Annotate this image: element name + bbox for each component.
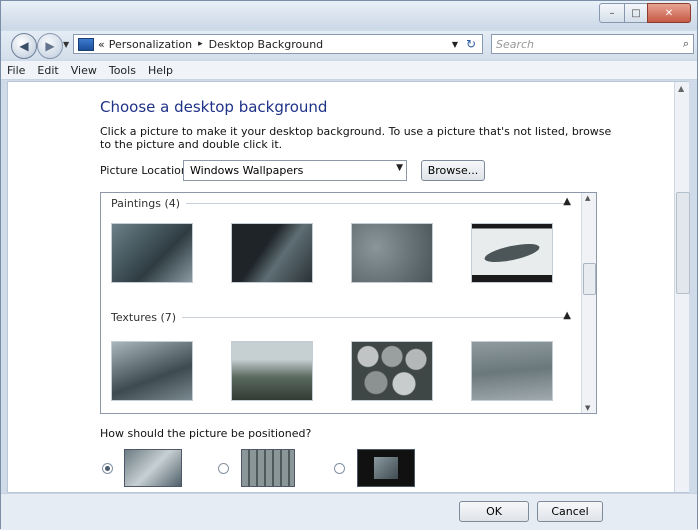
fish-shape [483,240,541,266]
wallpaper-thumbnail[interactable] [351,223,433,283]
ok-button[interactable]: OK [459,501,529,522]
gallery-scroll-up-icon[interactable]: ▲ [585,194,590,202]
wallpaper-thumbnail[interactable] [351,341,433,401]
wallpaper-thumbnail[interactable] [471,223,553,283]
content-pane: ▲ Choose a desktop background Click a pi… [7,81,690,493]
title-bar: – □ ✕ [1,1,697,29]
group-label: Paintings (4) [111,197,181,210]
picture-gallery[interactable]: ▲ ▼ Paintings (4) ▲ Textures (7) ▲ [100,192,597,414]
chevron-down-icon: ▼ [396,163,403,173]
picture-location-value: Windows Wallpapers [190,164,304,177]
back-button[interactable]: ◀ [11,33,37,59]
search-input[interactable]: Search ⌕ [491,34,694,54]
forward-button[interactable]: ▶ [37,33,63,59]
position-center-preview[interactable] [357,449,415,487]
back-arrow-icon: ◀ [19,39,29,53]
window: – □ ✕ ◀ ▶ ▼ « Personalization ▸ Desktop … [0,0,698,530]
wallpaper-thumbnail[interactable] [471,341,553,401]
caption-buttons: – □ ✕ [599,3,691,23]
gallery-scroll-down-icon[interactable]: ▼ [585,404,590,412]
forward-arrow-icon: ▶ [45,39,55,53]
breadcrumb-separator: ▸ [198,39,203,49]
position-radio-fill[interactable] [102,463,113,474]
close-button[interactable]: ✕ [647,3,691,23]
group-divider [186,203,571,204]
wallpaper-thumbnail[interactable] [231,341,313,401]
menu-view[interactable]: View [65,64,103,77]
wallpaper-thumbnail[interactable] [111,223,193,283]
position-radio-center[interactable] [334,463,345,474]
address-dropdown-icon[interactable]: ▼ [452,40,458,49]
group-label: Textures (7) [111,311,177,324]
address-bar[interactable]: « Personalization ▸ Desktop Background ▼… [73,34,483,54]
position-radio-tile[interactable] [218,463,229,474]
refresh-icon[interactable]: ↻ [466,37,476,51]
group-divider [182,317,571,318]
search-placeholder: Search [496,37,535,51]
menu-tools[interactable]: Tools [103,64,142,77]
collapse-icon[interactable]: ▲ [563,196,571,207]
menu-bar: File Edit View Tools Help [1,61,697,80]
address-chevrons: « [98,37,105,51]
address-row: ◀ ▶ ▼ « Personalization ▸ Desktop Backgr… [1,31,697,59]
wallpaper-thumbnail[interactable] [231,223,313,283]
picture-location-select[interactable]: Windows Wallpapers ▼ [183,160,407,181]
dialog-footer: OK Cancel [1,493,697,530]
menu-edit[interactable]: Edit [31,64,64,77]
picture-location-label: Picture Location [100,164,188,177]
collapse-icon[interactable]: ▲ [563,310,571,321]
menu-file[interactable]: File [1,64,31,77]
breadcrumb-personalization[interactable]: Personalization [109,38,192,51]
control-panel-icon [78,37,94,51]
centered-picture [374,457,398,479]
page-description: Click a picture to make it your desktop … [100,125,612,151]
scroll-up-icon[interactable]: ▲ [678,84,684,93]
menu-help[interactable]: Help [142,64,179,77]
breadcrumb-desktop-background[interactable]: Desktop Background [209,38,324,51]
wallpaper-thumbnail[interactable] [111,341,193,401]
browse-button[interactable]: Browse... [421,160,485,181]
position-tile-preview[interactable] [241,449,295,487]
group-header-textures[interactable]: Textures (7) ▲ [111,310,571,324]
cancel-button[interactable]: Cancel [537,501,603,522]
page-title: Choose a desktop background [100,98,328,116]
page-scrollbar[interactable]: ▲ [674,82,690,492]
gallery-scrollbar-thumb[interactable] [583,263,596,295]
minimize-button[interactable]: – [599,3,625,23]
page-scrollbar-thumb[interactable] [676,192,690,294]
recent-pages-dropdown-icon[interactable]: ▼ [63,40,69,49]
picture-position-label: How should the picture be positioned? [100,427,312,440]
maximize-button[interactable]: □ [624,3,648,23]
gallery-scrollbar[interactable]: ▲ ▼ [581,193,596,413]
position-fill-preview[interactable] [124,449,182,487]
group-header-paintings[interactable]: Paintings (4) ▲ [111,196,571,210]
search-icon[interactable]: ⌕ [683,37,689,51]
